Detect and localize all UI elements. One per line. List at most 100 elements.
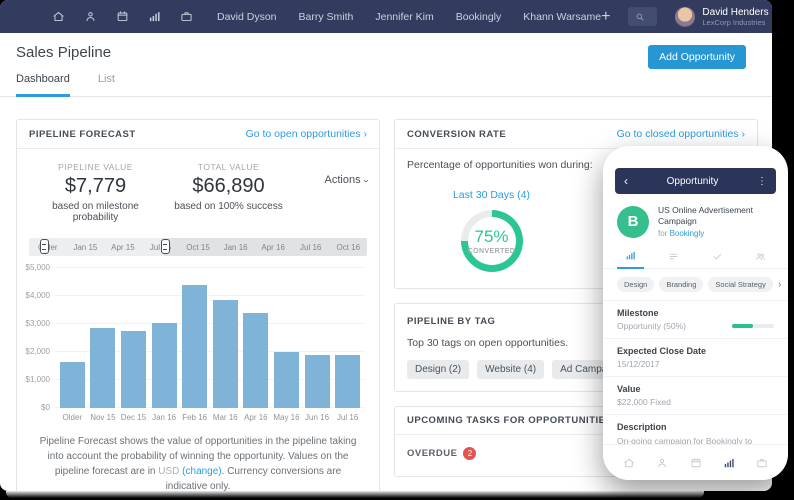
tag-pill-website-4[interactable]: Website (4) bbox=[477, 360, 544, 379]
timeline-range-slider[interactable]: OlderJan 15Apr 15Jul 15Oct 15Jan 16Apr 1… bbox=[29, 238, 367, 256]
phone-tab-list[interactable] bbox=[660, 248, 687, 268]
bar-apr-16[interactable] bbox=[243, 313, 268, 408]
phone-tag-pill-social-strategy[interactable]: Social Strategy bbox=[708, 277, 772, 292]
last-30-days-link[interactable]: Last 30 Days (4) bbox=[453, 189, 530, 201]
chart-plot bbox=[55, 268, 365, 408]
tab-dashboard[interactable]: Dashboard bbox=[16, 73, 70, 97]
pipeline-value: $7,779 bbox=[29, 175, 162, 198]
conversion-30-days: Last 30 Days (4) 75% CONVERTED bbox=[407, 189, 576, 272]
calendar-icon[interactable] bbox=[116, 10, 129, 23]
y-tick-3-000: $3,000 bbox=[26, 319, 50, 328]
total-value: $66,890 bbox=[162, 175, 295, 198]
phone-bottom-nav bbox=[603, 444, 788, 480]
open-opportunities-link[interactable]: Go to open opportunities › bbox=[246, 128, 367, 140]
donut-percent: 75% bbox=[474, 227, 508, 247]
opportunity-client-line: for Bookingly bbox=[658, 229, 774, 238]
slider-label-oct-16: Oct 16 bbox=[330, 243, 368, 252]
nav-link-bookingly[interactable]: Bookingly bbox=[456, 11, 502, 23]
chevron-right-icon[interactable]: › bbox=[778, 279, 782, 291]
bar-cell bbox=[241, 313, 272, 408]
briefcase-icon[interactable] bbox=[756, 457, 768, 469]
user-icon[interactable] bbox=[656, 457, 668, 469]
expected-close-value: 15/12/2017 bbox=[617, 359, 774, 369]
bar-cell bbox=[179, 285, 210, 408]
x-tick-feb-16: Feb 16 bbox=[179, 413, 210, 422]
closed-opportunities-link[interactable]: Go to closed opportunities › bbox=[617, 128, 745, 140]
nav-link-barry-smith[interactable]: Barry Smith bbox=[299, 11, 354, 23]
bar-feb-16[interactable] bbox=[182, 285, 207, 408]
add-opportunity-button[interactable]: Add Opportunity bbox=[648, 45, 746, 69]
nav-link-david-dyson[interactable]: David Dyson bbox=[217, 11, 277, 23]
expected-close-label: Expected Close Date bbox=[617, 346, 774, 356]
window-shadow bbox=[6, 491, 704, 498]
pipeline-forecast-panel: PIPELINE FORECAST Go to open opportuniti… bbox=[16, 119, 380, 491]
stats-icon[interactable] bbox=[148, 10, 161, 23]
chart-y-axis: $0$1,000$2,000$3,000$4,000$5,000 bbox=[25, 268, 55, 408]
bar-nov-15[interactable] bbox=[90, 328, 115, 408]
pipeline-values-row: PIPELINE VALUE $7,779 based on milestone… bbox=[17, 149, 379, 223]
bar-may-16[interactable] bbox=[274, 352, 299, 408]
bar-cell bbox=[332, 355, 363, 408]
nav-link-jennifer-kim[interactable]: Jennifer Kim bbox=[375, 11, 433, 23]
search-box[interactable] bbox=[628, 7, 657, 26]
footnote-usd: USD bbox=[158, 466, 179, 477]
page-title: Sales Pipeline bbox=[16, 44, 756, 61]
slider-handle-left[interactable] bbox=[40, 239, 49, 254]
phone-tab-check[interactable] bbox=[704, 248, 731, 268]
bar-jun-16[interactable] bbox=[305, 355, 330, 408]
bar-cell bbox=[149, 323, 180, 408]
bar-mar-16[interactable] bbox=[213, 300, 238, 408]
phone-tab-stats[interactable] bbox=[617, 247, 644, 269]
phone-tag-pill-branding[interactable]: Branding bbox=[659, 277, 703, 292]
value-value: $22,000 Fixed bbox=[617, 397, 774, 407]
user-icon[interactable] bbox=[84, 10, 97, 23]
pipeline-value-label: PIPELINE VALUE bbox=[29, 162, 162, 172]
user-org: LexCorp Industries bbox=[702, 18, 768, 27]
chevron-down-icon: › bbox=[360, 179, 370, 182]
home-icon[interactable] bbox=[52, 10, 65, 23]
x-tick-older: Older bbox=[57, 413, 88, 422]
x-tick-jul-16: Jul 16 bbox=[332, 413, 363, 422]
nav-link-khann-warsame[interactable]: Khann Warsame bbox=[523, 11, 601, 23]
pipeline-forecast-header: PIPELINE FORECAST Go to open opportuniti… bbox=[17, 120, 379, 149]
bar-dec-15[interactable] bbox=[121, 331, 146, 408]
client-link[interactable]: Bookingly bbox=[670, 229, 705, 238]
slider-label-jul-16: Jul 16 bbox=[292, 243, 330, 252]
gridline bbox=[55, 267, 365, 268]
slider-handle-right[interactable] bbox=[161, 239, 170, 254]
actions-dropdown[interactable]: Actions › bbox=[295, 162, 367, 223]
total-value-sub: based on 100% success bbox=[162, 201, 295, 212]
overdue-count-badge[interactable]: 2 bbox=[463, 447, 476, 460]
donut-caption: CONVERTED bbox=[468, 248, 516, 255]
milestone-progress bbox=[732, 324, 774, 328]
tag-pill-design-2[interactable]: Design (2) bbox=[407, 360, 469, 379]
bar-older[interactable] bbox=[60, 362, 85, 408]
description-label: Description bbox=[617, 422, 774, 432]
x-tick-jun-16: Jun 16 bbox=[302, 413, 333, 422]
actions-label: Actions bbox=[325, 174, 361, 186]
bar-cell bbox=[302, 355, 333, 408]
add-new-icon[interactable]: + bbox=[601, 9, 610, 25]
avatar bbox=[675, 7, 695, 27]
pipeline-bar-chart: $0$1,000$2,000$3,000$4,000$5,000 OlderNo… bbox=[25, 268, 365, 422]
stats-icon[interactable] bbox=[723, 457, 735, 469]
user-profile-menu[interactable]: David Henders LexCorp Industries › bbox=[675, 7, 772, 27]
phone-tab-users[interactable] bbox=[747, 248, 774, 268]
phone-title: Opportunity bbox=[628, 176, 757, 187]
mobile-opportunity-card: ‹ Opportunity ⋮ B US Online Advertisemen… bbox=[603, 146, 788, 480]
bar-cell bbox=[57, 362, 88, 408]
change-currency-link[interactable]: (change) bbox=[182, 466, 221, 477]
tab-list[interactable]: List bbox=[98, 73, 115, 96]
phone-tag-pill-design[interactable]: Design bbox=[617, 277, 654, 292]
kebab-menu-icon[interactable]: ⋮ bbox=[757, 176, 767, 187]
briefcase-icon[interactable] bbox=[180, 10, 193, 23]
total-value-label: TOTAL VALUE bbox=[162, 162, 295, 172]
pipeline-forecast-footnote: Pipeline Forecast shows the value of opp… bbox=[37, 434, 359, 491]
slider-label-oct-15: Oct 15 bbox=[179, 243, 217, 252]
bar-jan-16[interactable] bbox=[152, 323, 177, 408]
pipeline-forecast-title: PIPELINE FORECAST bbox=[29, 129, 136, 140]
bar-jul-16[interactable] bbox=[335, 355, 360, 408]
home-icon[interactable] bbox=[623, 457, 635, 469]
opportunity-title: US Online Advertisement Campaign bbox=[658, 205, 774, 227]
calendar-icon[interactable] bbox=[690, 457, 702, 469]
